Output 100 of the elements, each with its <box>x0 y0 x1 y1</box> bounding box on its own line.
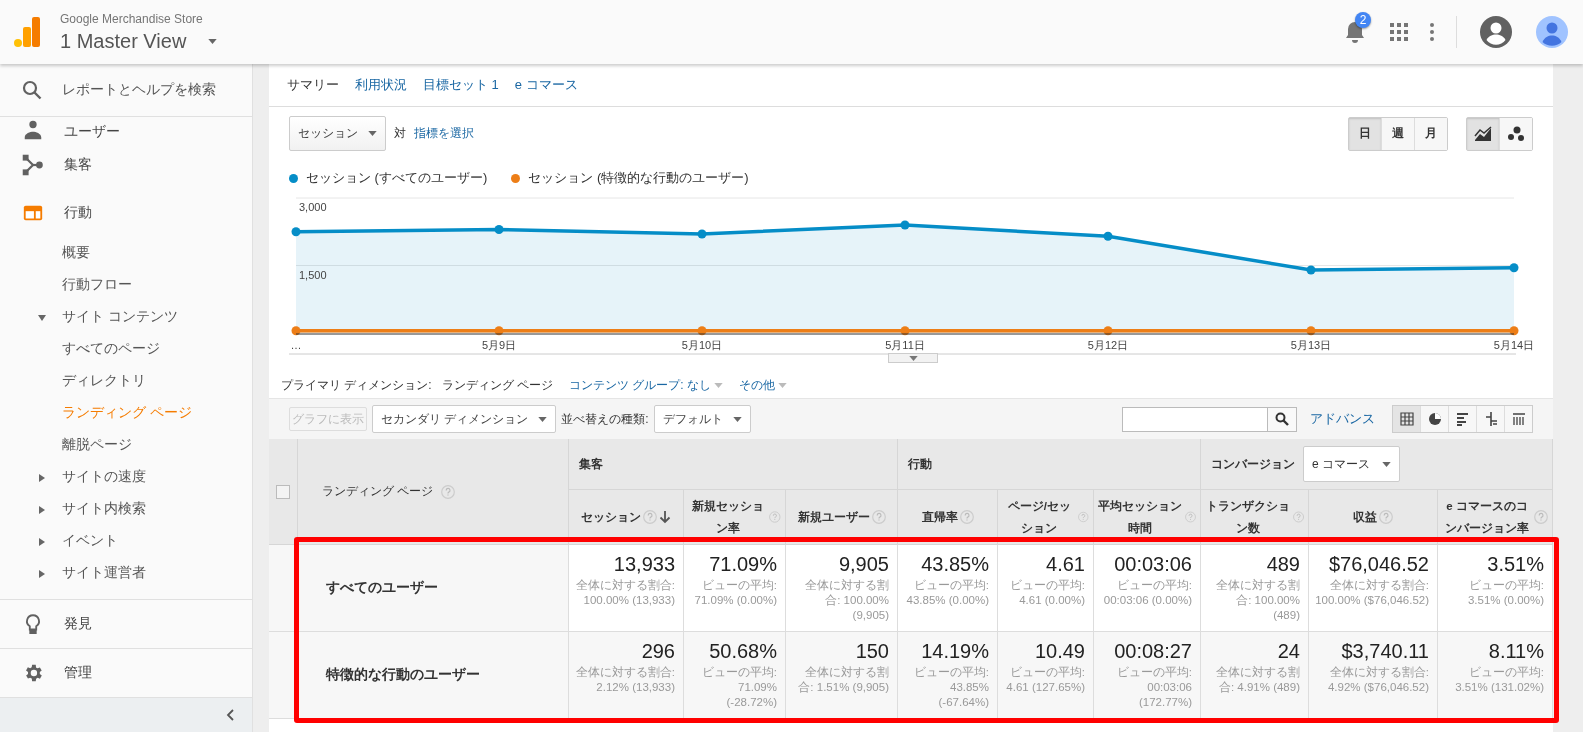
dimension-menu-link[interactable]: その他 <box>739 377 788 394</box>
metric-dropdown[interactable]: セッション <box>289 116 386 151</box>
caret-icon <box>1382 461 1391 467</box>
line-chart-button[interactable] <box>1467 117 1499 150</box>
nav-item[interactable]: 行動 <box>0 188 252 237</box>
column-header[interactable]: ランディング ページ <box>322 483 434 500</box>
metric-comparison: ビューの平均: 43.85% (0.00%) <box>905 578 989 608</box>
notification-badge: 2 <box>1355 12 1371 28</box>
row-label: すべてのユーザー <box>326 579 438 597</box>
nav-subitem[interactable]: 離脱ページ <box>0 428 252 461</box>
collapsed-triangle-icon <box>38 473 46 482</box>
metric-value: 4.61 <box>1045 553 1085 576</box>
collapse-chevron-icon[interactable] <box>226 708 234 721</box>
caret-icon <box>538 416 548 422</box>
metric-value: 14.19% <box>920 640 989 663</box>
caret-icon <box>778 383 788 388</box>
table-view-button[interactable] <box>1393 406 1420 432</box>
report-tab[interactable]: 目標セット 1 <box>423 76 499 94</box>
select-metric-link[interactable]: 指標を選択 <box>414 125 474 142</box>
caret-icon <box>208 38 218 44</box>
nav-subitem[interactable]: 概要 <box>0 236 252 269</box>
report-search-field[interactable]: レポートとヘルプを検索 <box>0 64 252 117</box>
sort-type-dropdown[interactable]: デフォルト <box>653 405 751 433</box>
nav-item[interactable]: 発見 <box>0 599 252 648</box>
metric-value: 10.49 <box>1033 640 1085 663</box>
report-tab[interactable]: サマリー <box>287 76 339 94</box>
conversion-type-dropdown[interactable]: e コマース <box>1303 446 1400 482</box>
metric-comparison: 全体に対する割合: 2.12% (13,933) <box>575 665 675 695</box>
data-point <box>697 229 707 239</box>
pie-view-icon <box>1426 411 1443 427</box>
account-circle-icon[interactable] <box>1479 15 1513 49</box>
x-tick-label: 5月10日 <box>681 339 723 351</box>
metric-value: 9,905 <box>837 553 889 576</box>
nav-subitem[interactable]: サイトの速度 <box>0 460 252 493</box>
y-tick-label: 3,000 <box>299 201 327 213</box>
metric-value: 50.68% <box>708 640 777 663</box>
report-tab[interactable]: 利用状況 <box>355 76 407 94</box>
column-group-header: コンバージョン <box>1211 455 1295 473</box>
caret-icon <box>908 355 918 361</box>
data-point <box>697 326 707 336</box>
metric-comparison: 全体に対する割合: 100.00% ($76,046.52) <box>1315 578 1429 608</box>
nav-subitem[interactable]: 行動フロー <box>0 268 252 301</box>
legend-label: セッション (特徴的な行動のユーザー) <box>528 169 749 187</box>
x-tick-label: 5月11日 <box>885 339 925 351</box>
nav-subitem[interactable]: サイト コンテンツ <box>0 300 252 333</box>
primary-dimension-label: プライマリ ディメンション: <box>281 377 432 394</box>
x-tick-label: 5月9日 <box>481 339 517 351</box>
dimension-option[interactable]: ランディング ページ <box>441 377 553 394</box>
x-tick-label: 5月13日 <box>1290 339 1332 351</box>
caret-icon <box>714 383 724 388</box>
granularity-button[interactable]: 週 <box>1381 117 1414 150</box>
view-selector[interactable]: 1 Master View <box>60 29 218 53</box>
nav-item[interactable]: ユーザー <box>0 116 252 141</box>
data-point <box>1509 326 1519 336</box>
metric-comparison: 全体に対する割合: 100.00% (13,933) <box>575 578 675 608</box>
analytics-logo <box>14 17 40 47</box>
data-point <box>494 225 504 234</box>
legend-label: セッション (すべてのユーザー) <box>306 169 488 187</box>
dimension-menu-link[interactable]: コンテンツ グループ: なし <box>569 377 724 394</box>
metric-comparison: 全体に対する割合: 4.92% ($76,046.52) <box>1326 665 1429 695</box>
data-point <box>1306 326 1316 336</box>
nav-subitem[interactable]: サイト内検索 <box>0 492 252 525</box>
nav-subitem[interactable]: ディレクトリ <box>0 364 252 397</box>
collapsed-triangle-icon <box>38 537 46 546</box>
chart-resize-handle[interactable] <box>888 353 938 363</box>
select-all-checkbox[interactable] <box>276 484 290 499</box>
table-search-field[interactable] <box>1122 406 1268 432</box>
data-point <box>1103 326 1113 336</box>
nav-subitem[interactable]: イベント <box>0 524 252 557</box>
user-avatar[interactable] <box>1535 15 1569 49</box>
data-point <box>900 326 910 336</box>
data-point <box>1103 231 1113 241</box>
data-point <box>291 326 301 336</box>
nav-item[interactable]: 管理 <box>0 648 252 697</box>
sort-descending-icon[interactable] <box>659 510 671 524</box>
column-group-header: 集客 <box>579 455 603 473</box>
column-header[interactable]: 直帰率 <box>921 506 958 528</box>
expanded-triangle-icon <box>38 313 46 322</box>
advanced-link[interactable]: アドバンス <box>1310 410 1375 428</box>
bars-view-icon <box>1454 411 1471 427</box>
granularity-button[interactable]: 月 <box>1414 117 1447 150</box>
caret-icon <box>732 416 742 422</box>
metric-comparison: 全体に対する割合: 100.00% (489) <box>1215 578 1300 623</box>
bubble-chart-button[interactable] <box>1499 117 1532 150</box>
metric-comparison: 全体に対する割合: 1.51% (9,905) <box>797 665 889 695</box>
nav-subitem[interactable]: サイト運営者 <box>0 556 252 589</box>
search-button[interactable] <box>1268 406 1297 432</box>
column-header[interactable]: 収益 <box>1353 506 1377 528</box>
report-tab[interactable]: e コマース <box>514 76 578 94</box>
metric-value: $3,740.11 <box>1340 640 1429 663</box>
data-point <box>291 227 301 237</box>
metric-value: 00:03:06 <box>1113 553 1192 576</box>
granularity-button[interactable]: 日 <box>1349 117 1381 150</box>
data-point <box>494 326 504 336</box>
nav-item[interactable]: 集客 <box>0 140 252 189</box>
secondary-dimension-dropdown[interactable]: セカンダリ ディメンション <box>372 405 557 433</box>
apps-grid-icon[interactable] <box>1390 23 1408 41</box>
more-vertical-icon[interactable] <box>1430 23 1434 41</box>
nav-subitem[interactable]: すべてのページ <box>0 332 252 365</box>
metric-comparison: ビューの平均: 3.51% (131.02%) <box>1454 665 1544 695</box>
